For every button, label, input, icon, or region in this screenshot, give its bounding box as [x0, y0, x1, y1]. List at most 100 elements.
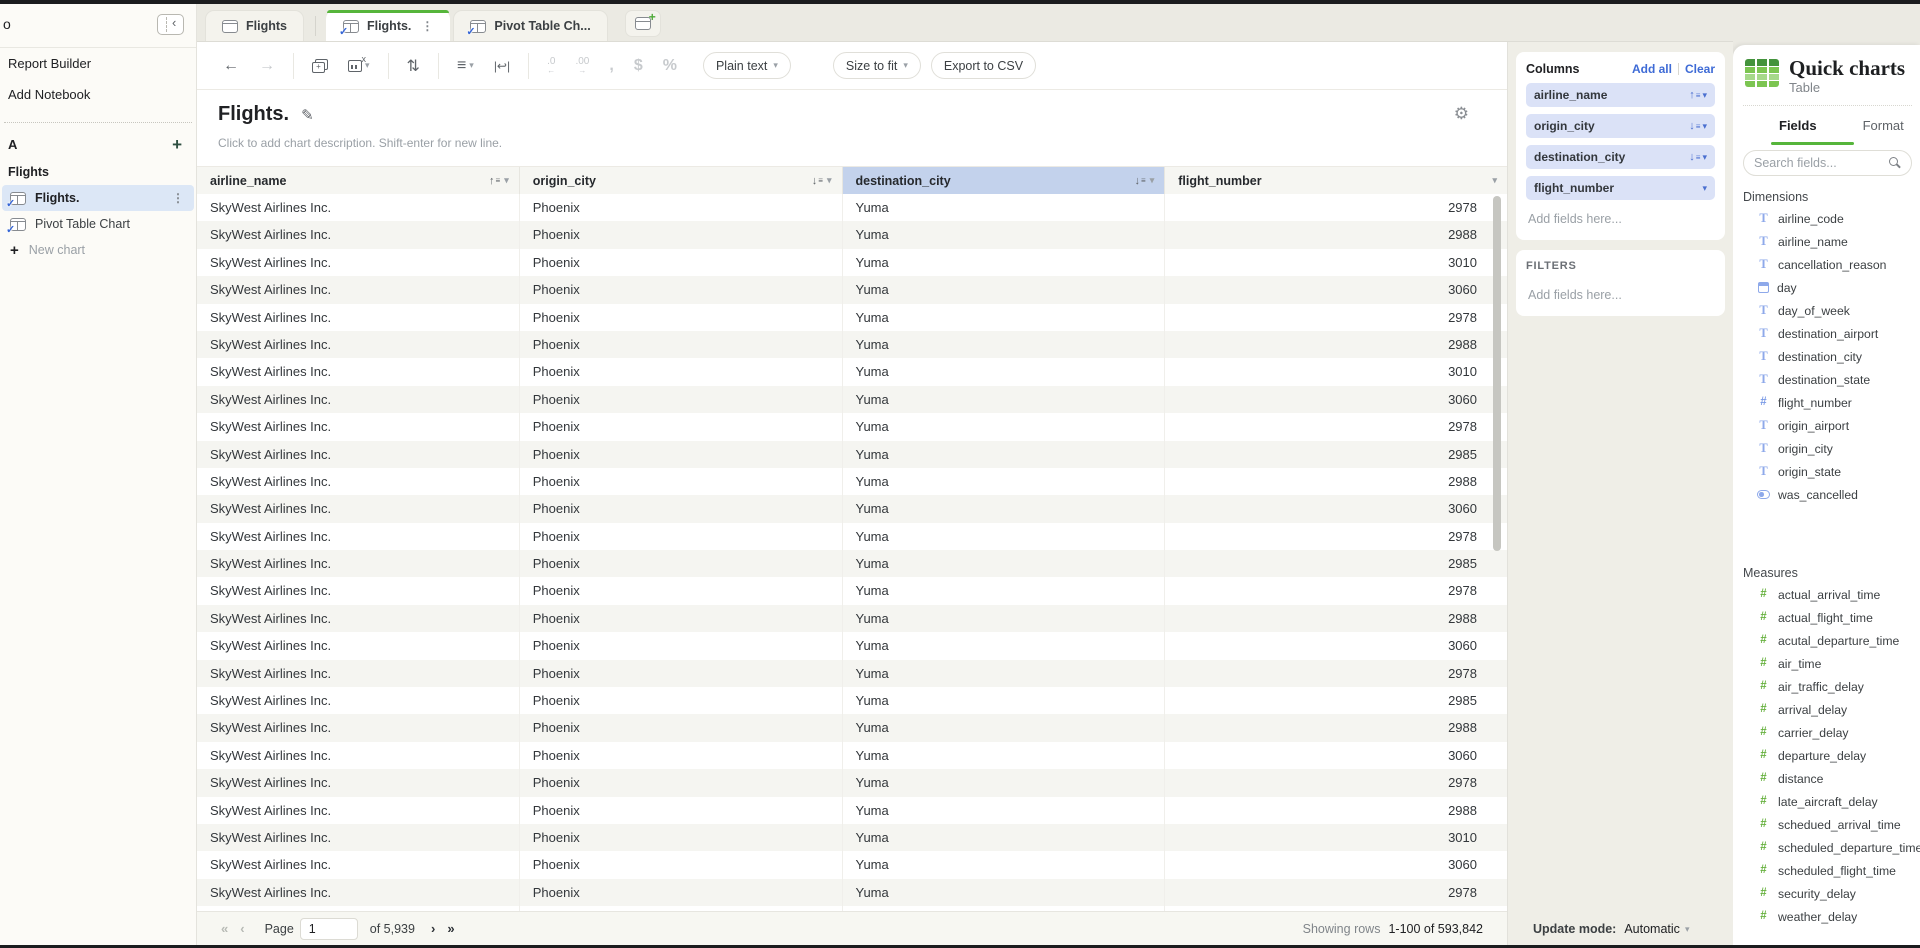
column-header-airline-name[interactable]: airline_name ↑≡ ▾	[197, 167, 520, 194]
measure-item[interactable]: #acutal_departure_time	[1743, 629, 1912, 652]
tab-flights[interactable]: Flights	[205, 10, 304, 41]
table-row[interactable]: SkyWest Airlines Inc.PhoenixYuma3010	[197, 824, 1507, 851]
table-row[interactable]: SkyWest Airlines Inc.PhoenixYuma2978	[197, 769, 1507, 796]
column-header-flight-number[interactable]: flight_number ▾	[1165, 167, 1507, 194]
size-mode-select[interactable]: Size to fit▾	[833, 52, 921, 79]
measure-item[interactable]: #departure_delay	[1743, 744, 1912, 767]
previous-page-button[interactable]: ‹	[234, 921, 250, 936]
page-number-input[interactable]	[300, 918, 358, 940]
update-mode-select[interactable]: Automatic ▾	[1624, 922, 1689, 936]
dimension-item[interactable]: #flight_number	[1743, 391, 1912, 414]
table-row[interactable]: SkyWest Airlines Inc.PhoenixYuma2985	[197, 687, 1507, 714]
table-row[interactable]: SkyWest Airlines Inc.PhoenixYuma3010	[197, 358, 1507, 385]
sidebar-item-pivot-table-chart[interactable]: ✓ Pivot Table Chart	[2, 211, 194, 237]
table-row[interactable]: SkyWest Airlines Inc.PhoenixYuma2988	[197, 468, 1507, 495]
filters-add-fields-placeholder[interactable]: Add fields here...	[1526, 288, 1715, 302]
column-pill[interactable]: flight_number▾	[1526, 176, 1715, 200]
duplicate-chart-button[interactable]	[302, 59, 338, 73]
column-header-destination-city[interactable]: destination_city ↓≡ ▾	[843, 167, 1166, 194]
new-tab-button[interactable]: +	[625, 10, 661, 37]
text-wrap-button[interactable]: |↩|	[484, 59, 520, 73]
table-row[interactable]: SkyWest Airlines Inc.PhoenixYuma	[197, 906, 1507, 911]
edit-title-icon[interactable]: ✎	[301, 106, 314, 124]
measure-item[interactable]: #carrier_delay	[1743, 721, 1912, 744]
dimension-item[interactable]: Torigin_city	[1743, 437, 1912, 460]
percent-format-button[interactable]: %	[653, 57, 687, 75]
thousands-separator-button[interactable]: ,	[599, 57, 623, 75]
dimension-item[interactable]: Tday_of_week	[1743, 299, 1912, 322]
add-section-button[interactable]: +	[172, 138, 182, 152]
columns-add-fields-placeholder[interactable]: Add fields here...	[1526, 212, 1715, 226]
search-fields-input[interactable]	[1754, 156, 1883, 170]
measure-item[interactable]: #actual_flight_time	[1743, 606, 1912, 629]
dimension-item[interactable]: Torigin_state	[1743, 460, 1912, 483]
table-row[interactable]: SkyWest Airlines Inc.PhoenixYuma2978	[197, 577, 1507, 604]
table-row[interactable]: SkyWest Airlines Inc.PhoenixYuma3060	[197, 276, 1507, 303]
tab-fields[interactable]: Fields	[1779, 118, 1817, 150]
tab-pivot-table-chart[interactable]: ✓ Pivot Table Ch...	[453, 10, 607, 41]
delete-chart-button[interactable]: ▾	[338, 60, 380, 72]
search-fields-box[interactable]	[1743, 150, 1912, 176]
column-pill[interactable]: airline_name↑≡▾	[1526, 83, 1715, 107]
chevron-down-icon[interactable]: ▾	[1702, 152, 1707, 163]
table-row[interactable]: SkyWest Airlines Inc.PhoenixYuma2978	[197, 879, 1507, 906]
undo-button[interactable]: ←	[213, 57, 249, 75]
dimension-item[interactable]: Tdestination_city	[1743, 345, 1912, 368]
chart-title[interactable]: Flights.	[218, 103, 289, 126]
dimension-item[interactable]: Torigin_airport	[1743, 414, 1912, 437]
measure-item[interactable]: #scheduled_flight_time	[1743, 859, 1912, 882]
export-csv-button[interactable]: Export to CSV	[931, 52, 1036, 79]
table-row[interactable]: SkyWest Airlines Inc.PhoenixYuma2985	[197, 441, 1507, 468]
item-menu-icon[interactable]: ⋮	[172, 191, 184, 205]
table-row[interactable]: SkyWest Airlines Inc.PhoenixYuma2988	[197, 797, 1507, 824]
redo-button[interactable]: →	[249, 57, 285, 75]
tab-menu-icon[interactable]: ⋮	[421, 19, 433, 33]
measure-item[interactable]: #weather_delay	[1743, 905, 1912, 928]
dimension-item[interactable]: Tairline_name	[1743, 230, 1912, 253]
table-row[interactable]: SkyWest Airlines Inc.PhoenixYuma2988	[197, 221, 1507, 248]
table-row[interactable]: SkyWest Airlines Inc.PhoenixYuma2985	[197, 550, 1507, 577]
measure-item[interactable]: #air_time	[1743, 652, 1912, 675]
table-row[interactable]: SkyWest Airlines Inc.PhoenixYuma3060	[197, 632, 1507, 659]
chevron-down-icon[interactable]: ▾	[1702, 183, 1707, 194]
measure-item[interactable]: #actual_arrival_time	[1743, 583, 1912, 606]
chart-description-placeholder[interactable]: Click to add chart description. Shift-en…	[218, 136, 502, 150]
dimension-item[interactable]: day	[1743, 276, 1912, 299]
add-all-link[interactable]: Add all	[1632, 62, 1672, 76]
tab-flights-chart-active[interactable]: ✓ Flights. ⋮	[326, 10, 450, 41]
table-row[interactable]: SkyWest Airlines Inc.PhoenixYuma2978	[197, 304, 1507, 331]
table-row[interactable]: SkyWest Airlines Inc.PhoenixYuma3060	[197, 386, 1507, 413]
tab-format[interactable]: Format	[1863, 118, 1904, 150]
sidebar-item-flights-chart[interactable]: ✓ Flights. ⋮	[2, 185, 194, 211]
collapse-sidebar-button[interactable]	[157, 14, 184, 35]
chevron-down-icon[interactable]: ▾	[1702, 90, 1707, 101]
decrease-decimals-button[interactable]: .0←	[537, 57, 565, 75]
column-pill[interactable]: destination_city↓≡▾	[1526, 145, 1715, 169]
table-row[interactable]: SkyWest Airlines Inc.PhoenixYuma3010	[197, 249, 1507, 276]
dimension-item[interactable]: Tdestination_state	[1743, 368, 1912, 391]
next-page-button[interactable]: ›	[425, 921, 441, 936]
measure-item[interactable]: #schedued_arrival_time	[1743, 813, 1912, 836]
chevron-down-icon[interactable]: ▾	[1150, 175, 1155, 186]
last-page-button[interactable]: »	[441, 921, 460, 936]
chevron-down-icon[interactable]: ▾	[1702, 121, 1707, 132]
align-button[interactable]: ≡▾	[447, 57, 484, 75]
table-row[interactable]: SkyWest Airlines Inc.PhoenixYuma2978	[197, 194, 1507, 221]
chevron-down-icon[interactable]: ▾	[1492, 175, 1497, 186]
column-header-origin-city[interactable]: origin_city ↓≡ ▾	[520, 167, 843, 194]
first-page-button[interactable]: «	[215, 921, 234, 936]
measure-item[interactable]: #air_traffic_delay	[1743, 675, 1912, 698]
table-row[interactable]: SkyWest Airlines Inc.PhoenixYuma2988	[197, 331, 1507, 358]
column-pill[interactable]: origin_city↓≡▾	[1526, 114, 1715, 138]
increase-decimals-button[interactable]: .00→	[565, 57, 599, 75]
measure-item[interactable]: #arrival_delay	[1743, 698, 1912, 721]
sidebar-item-report-builder[interactable]: Report Builder	[0, 48, 196, 79]
measure-item[interactable]: #late_aircraft_delay	[1743, 790, 1912, 813]
sidebar-group-flights[interactable]: Flights	[0, 158, 196, 185]
table-row[interactable]: SkyWest Airlines Inc.PhoenixYuma2988	[197, 714, 1507, 741]
chevron-down-icon[interactable]: ▾	[504, 175, 509, 186]
table-row[interactable]: SkyWest Airlines Inc.PhoenixYuma3060	[197, 742, 1507, 769]
clear-link[interactable]: Clear	[1685, 62, 1715, 76]
table-row[interactable]: SkyWest Airlines Inc.PhoenixYuma3060	[197, 495, 1507, 522]
gear-icon[interactable]: ⚙	[1454, 104, 1469, 124]
